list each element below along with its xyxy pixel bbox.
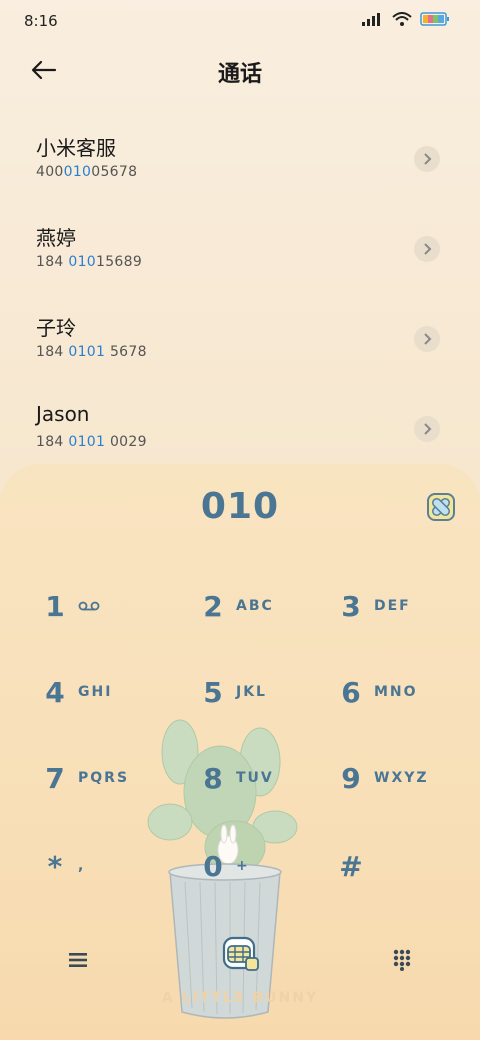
contact-item[interactable]: 燕婷 184 01015689 [0,208,480,298]
chevron-right-icon [424,423,432,435]
detail-button[interactable] [414,416,440,442]
page-title: 通话 [217,62,262,87]
contact-name: 燕婷 [36,226,76,250]
chevron-right-icon [424,153,432,165]
status-bar: 8:16 [0,0,480,42]
detail-button[interactable] [414,146,440,172]
key-letters: JKL [236,684,267,700]
contact-name: 小米客服 [36,136,116,160]
dial-input-row: 010 [0,464,480,548]
key-3[interactable]: 3 DEF [336,576,476,636]
contact-list: 小米客服 40001005678 燕婷 184 01015689 子玲 184 … [0,118,480,478]
key-letters: , [78,858,86,874]
key-letters: PQRS [78,770,130,786]
key-digit: 5 [203,675,223,709]
key-digit: 7 [45,761,65,795]
key-9[interactable]: 9 WXYZ [336,748,476,808]
key-digit: 4 [45,675,65,709]
key-5[interactable]: 5 JKL [198,662,338,722]
theme-watermark: A LITTLE BUNNY [161,990,319,1006]
contact-number: 40001005678 [36,164,138,180]
keypad-grid-icon [393,949,411,971]
contact-name: Jason [36,402,90,426]
call-button[interactable] [218,934,262,978]
key-1[interactable]: 1 [40,576,180,636]
menu-button[interactable] [64,946,92,974]
dialpad-bottom-bar [0,934,480,994]
key-letters: TUV [236,770,274,786]
key-star[interactable]: * , [40,836,180,896]
key-digit: # [339,849,363,883]
key-letters: + [236,858,250,874]
key-letters: GHI [78,684,113,700]
key-2[interactable]: 2 ABC [198,576,338,636]
header: 通话 [0,48,480,92]
status-time: 8:16 [24,12,58,30]
key-digit: 1 [45,589,65,623]
status-icons [362,12,450,26]
contact-number: 184 01015689 [36,254,143,270]
contact-name: 子玲 [36,316,76,340]
contact-number: 184 0101 0029 [36,434,147,450]
phone-sticker-icon [222,936,259,971]
wifi-icon [392,12,412,26]
key-letters: DEF [374,598,411,614]
contact-item[interactable]: 子玲 184 0101 5678 [0,298,480,388]
chevron-right-icon [424,333,432,345]
contact-item[interactable]: 小米客服 40001005678 [0,118,480,208]
voicemail-icon [78,601,100,611]
key-6[interactable]: 6 MNO [336,662,476,722]
key-letters: WXYZ [374,770,429,786]
key-4[interactable]: 4 GHI [40,662,180,722]
key-letters: ABC [236,598,274,614]
battery-icon [420,12,449,26]
signal-icon [362,13,380,26]
key-8[interactable]: 8 TUV [198,748,338,808]
bandage-icon [427,493,455,521]
menu-icon [69,953,87,967]
keypad-toggle-button[interactable] [388,946,416,974]
sticker-button[interactable] [426,492,456,522]
key-digit: 9 [341,761,361,795]
key-digit: 0 [203,849,223,883]
detail-button[interactable] [414,326,440,352]
key-letters: MNO [374,684,418,700]
key-7[interactable]: 7 PQRS [40,748,180,808]
dial-input[interactable]: 010 [0,486,480,527]
key-digit: 2 [203,589,223,623]
key-digit: 6 [341,675,361,709]
detail-button[interactable] [414,236,440,262]
key-0[interactable]: 0 + [198,836,338,896]
dialpad-panel: 010 1 2 ABC 3 DEF 4 GHI 5 JKL 6 MNO 7 PQ… [0,464,480,1040]
key-digit: * [47,849,63,883]
key-digit: 3 [341,589,361,623]
key-digit: 8 [203,761,223,795]
key-hash[interactable]: # [336,836,476,896]
chevron-right-icon [424,243,432,255]
contact-number: 184 0101 5678 [36,344,147,360]
